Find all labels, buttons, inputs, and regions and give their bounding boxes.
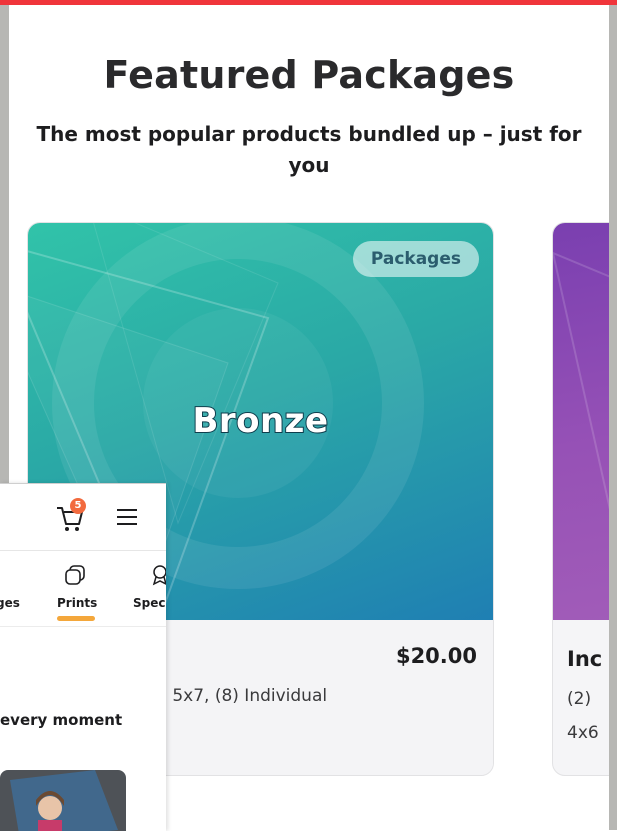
specialty-award-icon: [152, 565, 166, 586]
prints-icon: [65, 565, 85, 585]
page-title: Featured Packages: [103, 53, 515, 97]
photo-content: [10, 770, 118, 831]
package-hero-title: Bronze: [191, 400, 329, 442]
package-description-next-line1: (2): [567, 689, 592, 709]
nav-item-prints[interactable]: Prints: [57, 596, 97, 610]
package-name-next: Inc: [567, 647, 603, 671]
package-card-next[interactable]: Inc (2) 4x6: [552, 222, 609, 776]
page-subtitle: The most popular products bundled up – j…: [36, 122, 582, 177]
mobile-header: 5: [0, 484, 166, 551]
nav-item-packages[interactable]: ges: [0, 596, 20, 610]
package-price: $20.00: [395, 644, 477, 668]
package-hero-image-next: [553, 223, 609, 620]
mobile-preview-overlay: 5 ges Prints Spec every moment: [0, 483, 166, 831]
cart-count-badge: 5: [70, 498, 86, 514]
category-badge: Packages: [352, 241, 479, 277]
hero-pattern-next: [553, 251, 609, 510]
mobile-tagline: every moment: [0, 711, 123, 729]
window-frame-right: [609, 5, 617, 830]
hamburger-menu-icon[interactable]: [117, 509, 137, 525]
student-photo[interactable]: [0, 770, 126, 831]
active-tab-indicator: [57, 616, 95, 621]
category-nav: ges Prints Spec: [0, 550, 166, 627]
nav-item-specialty[interactable]: Spec: [133, 596, 165, 610]
package-description-next-line2: 4x6: [567, 723, 599, 743]
